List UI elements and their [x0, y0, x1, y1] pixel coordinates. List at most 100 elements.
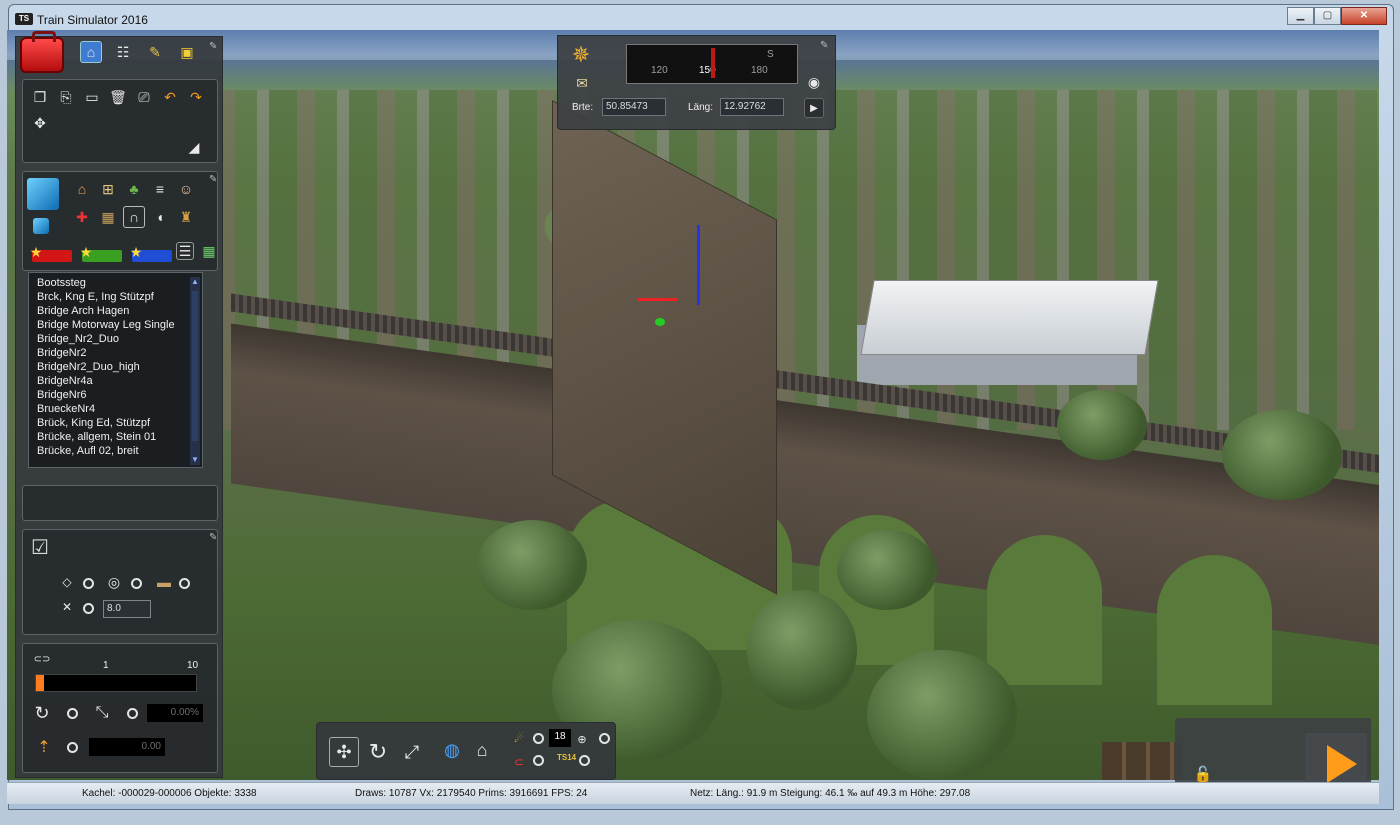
scroll-thumb[interactable] — [192, 291, 198, 441]
object-library-list[interactable]: Bootssteg Brck, Kng E, Ing Stützpf Bridge … — [28, 272, 203, 468]
library-item[interactable]: BridgeNr4a — [29, 374, 202, 388]
undo-icon[interactable]: ↶ — [159, 86, 181, 108]
library-item[interactable]: Brücke, allgem, Stein 01 — [29, 430, 202, 444]
checklist-icon[interactable]: ☑ — [25, 532, 55, 562]
person-icon[interactable]: ☺ — [175, 178, 197, 200]
factory-icon[interactable]: ⊞ — [97, 178, 119, 200]
density-slider[interactable] — [35, 674, 197, 692]
rotate-icon[interactable]: ↻ — [31, 702, 53, 724]
map-icon[interactable]: ✉ — [572, 74, 592, 92]
ts14-radio[interactable] — [579, 755, 590, 766]
pin-icon[interactable]: ✎ — [209, 41, 219, 52]
gizmo-y-axis[interactable] — [697, 225, 700, 305]
library-item[interactable]: BrueckeNr4 — [29, 402, 202, 416]
rail-icon[interactable]: ≡ — [149, 178, 171, 200]
scroll-down-arrow[interactable]: ▼ — [190, 455, 200, 465]
rotate-radio[interactable] — [67, 708, 78, 719]
grid-view-icon[interactable]: ▦ — [200, 242, 218, 260]
speed-counter[interactable]: 18 — [549, 729, 571, 747]
snap-target-radio[interactable] — [131, 578, 142, 589]
reset-view-icon[interactable]: ↻ — [363, 737, 393, 767]
list-view-icon[interactable]: ☰ — [176, 242, 194, 260]
library-item[interactable]: BridgeNr2 — [29, 346, 202, 360]
train-icon[interactable]: ▣ — [176, 41, 198, 63]
snap-target-icon[interactable]: ◎ — [105, 573, 123, 591]
magnet-radio[interactable] — [533, 755, 544, 766]
library-item[interactable]: Brück, King Ed, Stützpf — [29, 416, 202, 430]
paste-icon[interactable]: ⎘ — [55, 86, 77, 108]
trash-icon[interactable]: 🗑 — [107, 86, 129, 108]
pin-icon[interactable]: ✎ — [209, 532, 219, 543]
track-icon[interactable]: ☷ — [112, 41, 134, 63]
gizmo-x-axis[interactable] — [637, 298, 677, 301]
home-icon[interactable]: ⌂ — [80, 41, 102, 63]
library-item[interactable]: Bootssteg — [29, 276, 202, 290]
pin-icon[interactable]: ✎ — [820, 40, 830, 51]
snap-plank-radio[interactable] — [179, 578, 190, 589]
home-view-icon[interactable]: ⌂ — [469, 737, 495, 763]
speed-icon[interactable]: ☄ — [509, 729, 529, 747]
longitude-field[interactable]: 12.92762 — [720, 98, 784, 116]
close-button[interactable]: ✕ — [1341, 7, 1387, 25]
redo-icon[interactable]: ↷ — [185, 86, 207, 108]
sound-icon[interactable]: ◖ — [149, 206, 171, 228]
snap-plane-radio[interactable] — [83, 578, 94, 589]
bottom-toolbar: ✣ ↻ ⤢ ◍ ⌂ ☄ 18 ⊕ ⊂ TS14 — [316, 722, 616, 780]
house-icon[interactable]: ⌂ — [71, 178, 93, 200]
globe-icon[interactable]: ◍ — [439, 737, 465, 763]
camera-target-icon[interactable]: ◉ — [804, 72, 824, 92]
gizmo-z-axis[interactable] — [655, 318, 665, 326]
library-item[interactable]: Brücke, Aufl 02, breit — [29, 444, 202, 458]
sack-icon[interactable]: ♜ — [175, 206, 197, 228]
lock-radio[interactable] — [599, 733, 610, 744]
snap-plank-icon[interactable]: ▬ — [153, 573, 175, 591]
move-tool-icon[interactable]: ✥ — [29, 112, 51, 134]
library-item[interactable]: BridgeNr2_Duo_high — [29, 360, 202, 374]
tool-actions-subpanel: ❐ ⎘ ▭ 🗑 ⎚ ↶ ↷ ✥ ◢ — [22, 79, 218, 163]
go-to-coordinates-button[interactable]: ▶ — [804, 98, 824, 118]
small-cube-icon[interactable] — [33, 218, 49, 234]
height-radio[interactable] — [67, 742, 78, 753]
road-icon[interactable]: ▦ — [97, 206, 119, 228]
height-icon[interactable]: ⇡ — [33, 736, 55, 758]
compass-rose-icon[interactable]: ✵ — [566, 40, 596, 70]
scale-radio[interactable] — [127, 708, 138, 719]
scale-icon[interactable]: ⤡ — [91, 702, 113, 724]
broom-icon[interactable]: ◢ — [183, 136, 205, 158]
object-cube-icon[interactable] — [27, 178, 59, 210]
screen-icon[interactable]: ▭ — [81, 86, 103, 108]
pin-icon[interactable]: ✎ — [209, 174, 219, 185]
grid-snap-icon[interactable]: ✕ — [57, 600, 77, 614]
latitude-field[interactable]: 50.85473 — [602, 98, 666, 116]
library-item[interactable]: Bridge_Nr2_Duo — [29, 332, 202, 346]
library-item[interactable]: BridgeNr6 — [29, 388, 202, 402]
maximize-button[interactable]: ▢ — [1314, 7, 1341, 25]
snap-plane-icon[interactable]: ◇ — [57, 575, 77, 589]
tree-icon[interactable]: ♣ — [123, 178, 145, 200]
copy-icon[interactable]: ❐ — [29, 86, 51, 108]
resize-icon[interactable]: ⤢ — [397, 737, 427, 767]
grid-snap-radio[interactable] — [83, 603, 94, 614]
library-item[interactable]: Brck, Kng E, Ing Stützpf — [29, 290, 202, 304]
scale-value-field[interactable]: 0.00% — [147, 704, 203, 722]
minimize-button[interactable]: ▁ — [1287, 7, 1314, 25]
signal-icon[interactable]: ✚ — [71, 206, 93, 228]
star-icon: ★ — [129, 243, 143, 260]
bridge-icon[interactable]: ∩ — [123, 206, 145, 228]
grid-size-field[interactable]: 8.0 — [103, 600, 151, 618]
snapshot-icon[interactable]: ⎚ — [133, 86, 155, 108]
scroll-up-arrow[interactable]: ▲ — [190, 277, 200, 287]
lock-small-icon[interactable]: ⊕ — [575, 731, 589, 747]
library-item[interactable]: Bridge Motorway Leg Single — [29, 318, 202, 332]
library-item[interactable]: Bridge Arch Hagen — [29, 304, 202, 318]
speed-radio[interactable] — [533, 733, 544, 744]
fullscreen-icon[interactable]: ✣ — [329, 737, 359, 767]
height-value-field[interactable]: 0.00 — [89, 738, 165, 756]
toolbox-icon[interactable] — [20, 31, 64, 73]
toggle-icon[interactable]: ⊂⊃ — [31, 652, 53, 666]
heading-south-label: S — [767, 49, 774, 60]
library-scrollbar[interactable]: ▲ ▼ — [190, 277, 200, 465]
magnet-icon[interactable]: ⊂ — [509, 753, 529, 771]
brush-icon[interactable]: ✎ — [144, 41, 166, 63]
latitude-label: Brte: — [572, 102, 594, 113]
